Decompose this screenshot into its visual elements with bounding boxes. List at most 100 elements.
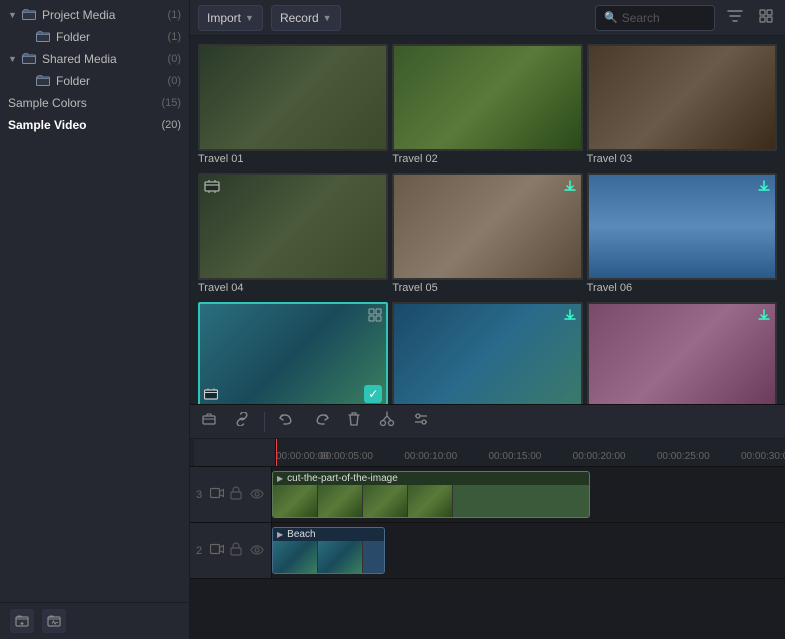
- sidebar-tree: ▼ Project Media (1) Folder (1)▼ Shared M…: [0, 0, 189, 602]
- tree-arrow: ▼: [8, 10, 20, 20]
- import-chevron: ▼: [245, 13, 254, 23]
- media-item-islands[interactable]: Islands: [392, 302, 582, 404]
- media-item-cherry-blossom[interactable]: Cherry Blossom: [587, 302, 777, 404]
- ruler-label-3: 00:00:15:00: [489, 451, 542, 462]
- sidebar-item-sample-video[interactable]: Sample Video (20): [0, 114, 189, 136]
- top-toolbar: Import ▼ Record ▼ 🔍: [190, 0, 785, 36]
- import-button[interactable]: Import ▼: [198, 5, 263, 31]
- search-input[interactable]: [622, 11, 702, 25]
- media-thumb: [392, 44, 582, 151]
- media-item-beach[interactable]: ✓ Beach: [198, 302, 388, 404]
- clip-thumb-cell: [363, 485, 408, 517]
- track-content[interactable]: ▶ Beach: [272, 523, 785, 578]
- timeline-link-button[interactable]: [230, 410, 254, 433]
- sidebar-item-folder-2[interactable]: Folder (0): [0, 70, 189, 92]
- track-eye-button[interactable]: [248, 543, 266, 559]
- track-content[interactable]: ▶ cut-the-part-of-the-image: [272, 467, 785, 522]
- media-title: Travel 01: [198, 151, 388, 169]
- sidebar-count: (1): [168, 9, 181, 21]
- media-title: Travel 04: [198, 280, 388, 298]
- clip-bottom-icon: [204, 388, 218, 403]
- track-lock-button[interactable]: [228, 485, 244, 504]
- sidebar-count: (0): [168, 53, 181, 65]
- add-smart-folder-button[interactable]: [42, 609, 66, 633]
- folder-icon: [22, 53, 38, 65]
- media-thumb: [587, 302, 777, 404]
- redo-button[interactable]: [309, 410, 333, 433]
- clip-thumb-cell: [318, 485, 363, 517]
- playhead[interactable]: [276, 439, 277, 466]
- sidebar-item-sample-colors[interactable]: Sample Colors (15): [0, 92, 189, 114]
- sidebar-label: Shared Media: [42, 52, 164, 66]
- sidebar-count: (1): [168, 31, 181, 43]
- folder-icon: [36, 75, 52, 87]
- media-item-travel04[interactable]: Travel 04: [198, 173, 388, 298]
- ruler-label-4: 00:00:20:00: [573, 451, 626, 462]
- timeline-tracks: 3 ▶ cut-the-part-of-the-image: [190, 467, 785, 639]
- track-lock-button[interactable]: [228, 541, 244, 560]
- track-eye-button[interactable]: [248, 487, 266, 503]
- record-button[interactable]: Record ▼: [271, 5, 341, 31]
- thumb-image: [589, 175, 775, 278]
- track-clip[interactable]: ▶ cut-the-part-of-the-image: [272, 471, 590, 518]
- track-row-track-3: 3 ▶ cut-the-part-of-the-image: [190, 467, 785, 523]
- clip-thumb-cell: [273, 541, 318, 573]
- sidebar-label: Sample Colors: [8, 96, 157, 110]
- thumb-image: [394, 46, 580, 149]
- download-icon: [563, 179, 577, 198]
- thumb-image: [589, 46, 775, 149]
- clip-thumb-row: [273, 485, 589, 517]
- sidebar-count: (0): [168, 75, 181, 87]
- timeline-add-button[interactable]: [198, 410, 220, 433]
- media-item-travel05[interactable]: Travel 05: [392, 173, 582, 298]
- clip-body: [273, 541, 384, 573]
- ruler-label-1: 00:00:05:00: [320, 451, 373, 462]
- sidebar-item-project-media[interactable]: ▼ Project Media (1): [0, 4, 189, 26]
- clip-title: cut-the-part-of-the-image: [287, 473, 398, 484]
- ruler-label-6: 00:00:30:00: [741, 451, 785, 462]
- settings-button[interactable]: [409, 409, 433, 434]
- media-item-travel01[interactable]: Travel 01: [198, 44, 388, 169]
- sidebar-label: Folder: [56, 30, 164, 44]
- track-video-icon: [210, 543, 224, 558]
- add-folder-button[interactable]: [10, 609, 34, 633]
- media-title: Travel 06: [587, 280, 777, 298]
- sidebar-actions: [0, 602, 189, 639]
- media-item-travel03[interactable]: Travel 03: [587, 44, 777, 169]
- media-grid: Travel 01 Travel 02 Travel 03 Travel 04: [190, 36, 785, 404]
- track-clip[interactable]: ▶ Beach: [272, 527, 385, 574]
- filter-button[interactable]: [723, 7, 747, 28]
- clip-thumb-row: [273, 541, 384, 573]
- cut-button[interactable]: [375, 409, 399, 434]
- edit-toolbar: [190, 405, 785, 439]
- media-thumb: ✓: [198, 302, 388, 404]
- play-icon: ▶: [277, 474, 283, 483]
- track-number: 2: [196, 545, 202, 557]
- clip-header: ▶ Beach: [273, 528, 384, 541]
- media-item-travel06[interactable]: Travel 06: [587, 173, 777, 298]
- media-title: Travel 03: [587, 151, 777, 169]
- media-thumb: [587, 173, 777, 280]
- thumb-image: [394, 175, 580, 278]
- track-controls: 3: [190, 467, 272, 522]
- sidebar-label: Folder: [56, 74, 164, 88]
- thumb-image: [200, 175, 386, 278]
- main-area: Import ▼ Record ▼ 🔍: [190, 0, 785, 639]
- media-thumb: [198, 44, 388, 151]
- undo-button[interactable]: [275, 410, 299, 433]
- delete-button[interactable]: [343, 409, 365, 434]
- sidebar-item-shared-media[interactable]: ▼ Shared Media (0): [0, 48, 189, 70]
- grid-view-button[interactable]: [755, 7, 777, 28]
- folder-icon: [36, 31, 52, 43]
- ruler-label-2: 00:00:10:00: [404, 451, 457, 462]
- media-thumb: [198, 173, 388, 280]
- download-icon: [563, 308, 577, 327]
- ruler-content: 00:00:00:0000:00:05:0000:00:10:0000:00:1…: [276, 439, 781, 466]
- sidebar-item-folder-1[interactable]: Folder (1): [0, 26, 189, 48]
- search-box: 🔍: [595, 5, 715, 31]
- track-number: 3: [196, 489, 202, 501]
- timeline-ruler[interactable]: 00:00:00:0000:00:05:0000:00:10:0000:00:1…: [190, 439, 785, 467]
- sidebar: ▼ Project Media (1) Folder (1)▼ Shared M…: [0, 0, 190, 639]
- media-title: Travel 05: [392, 280, 582, 298]
- media-item-travel02[interactable]: Travel 02: [392, 44, 582, 169]
